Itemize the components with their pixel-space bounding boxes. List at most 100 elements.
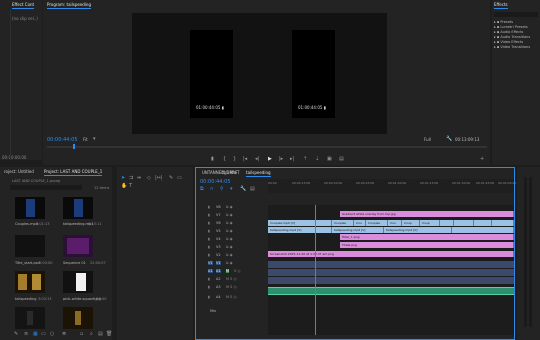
zoom-fit-dropdown[interactable]: Fit [83,137,88,142]
timeline-clip[interactable] [454,220,474,226]
tab-sequence-active[interactable]: tailspeeding [244,168,273,178]
track-header-v7[interactable]: ▮ V7 ⧉ ◉ [196,213,268,219]
timeline-clip[interactable]: Screenshot 2025-11-20 at 1.32.37 am.png [268,251,514,257]
add-button-icon[interactable]: + [480,156,484,162]
tab-effect-controls[interactable]: Effect Cont [10,0,36,10]
settings-wrench-icon[interactable]: 🔧 [240,186,246,192]
snap-icon[interactable]: ∩ [210,186,214,192]
timeline-clip[interactable]: Cou [354,220,366,226]
track-header-a2[interactable]: ▮ A2 M S ◎ [196,277,268,283]
timeline-clip[interactable]: Couples.mp4 [V] [268,220,332,226]
icon-view-icon[interactable]: ▦ [33,331,38,337]
linked-selection-icon[interactable]: ⚲ [220,186,224,192]
project-thumb[interactable] [63,271,93,293]
track-header-mix[interactable]: Mix [196,309,268,315]
list-view-icon[interactable]: ≡ [24,331,28,337]
project-thumb[interactable] [15,197,45,219]
timeline-playhead-timecode[interactable]: 00:00:44:05 [200,179,231,185]
step-forward-icon[interactable]: |▸ [279,156,283,162]
program-viewer[interactable]: 01:00:44:05 ▮ 01:00:44:05 ▮ [132,13,387,134]
timeline-playhead[interactable] [315,205,316,335]
selection-tool-icon[interactable]: ➤ [121,175,125,181]
chevron-down-icon[interactable]: ▾ [93,136,96,142]
program-playhead-timecode[interactable]: 00:00:44:05 [47,137,78,143]
rectangle-tool-icon[interactable]: ▭ [177,175,182,181]
timeline-clip[interactable]: Coup [420,220,440,226]
track-select-tool-icon[interactable]: ⇉ [129,175,133,181]
audio-lane[interactable] [268,277,514,284]
extract-icon[interactable]: ⇣ [315,156,319,162]
mark-out-icon[interactable]: { [223,156,226,162]
slip-tool-icon[interactable]: |↔| [155,175,163,181]
type-tool-icon[interactable]: T [129,183,132,189]
tab-program[interactable]: Program: tailspeeding [45,0,93,10]
tab-effects[interactable]: Effects [492,0,510,10]
sort-icon[interactable]: ≣ [62,331,66,337]
hand-tool-icon[interactable]: ✋ [121,183,127,189]
add-marker-icon[interactable]: ▾ [230,186,233,192]
timeline-clip[interactable]: Cou [388,220,402,226]
effects-search-input[interactable] [494,12,538,17]
pencil-icon[interactable]: ✎ [14,331,18,337]
timeline-clip[interactable]: Thala.png [340,242,514,248]
audio-lane[interactable] [268,261,514,268]
step-back-icon[interactable]: ◂| [255,156,259,162]
comparison-view-icon[interactable]: ▤ [339,156,344,162]
project-thumb[interactable] [15,235,45,257]
program-scrubber[interactable] [47,146,487,148]
tab-sequence-2[interactable]: tb5 Mai [220,168,239,178]
project-thumb[interactable] [63,307,93,329]
lift-icon[interactable]: ⇡ [303,156,307,162]
track-header-v5[interactable]: ▮ V5 ⧉ ◉ [196,229,268,235]
tab-project-untitled[interactable]: roject: Untitled [2,167,36,177]
timeline-clip[interactable] [474,220,492,226]
zoom-slider-icon[interactable]: ○ [50,331,54,337]
timeline-tracks[interactable]: Gradient white overlay from top.jpg Coup… [268,205,514,335]
wrench-icon[interactable]: 🔧 [446,136,452,142]
mark-clip-icon[interactable]: } [233,156,236,162]
trash-icon[interactable]: 🗑 [106,331,112,337]
nest-icon[interactable]: ⧉ [200,186,204,192]
audio-lane[interactable] [268,269,514,276]
track-header-v6[interactable]: ▮ V6 ⧉ ◉ [196,221,268,227]
timeline-clip[interactable]: Coup [402,220,420,226]
project-thumb[interactable] [15,271,45,293]
timeline-clip[interactable]: Couples [366,220,388,226]
new-item-icon[interactable]: ▤ [98,331,103,337]
play-icon[interactable]: ▶ [268,156,272,162]
audio-waveform-clip[interactable] [268,287,514,295]
timeline-clip[interactable]: tailspeeding.mp4 [V] [332,227,384,233]
track-header-v1[interactable]: V1 V1 ⧉ ◉ [196,261,268,267]
resolution-full-dropdown[interactable]: Full [424,137,431,142]
timeline-clip[interactable] [492,220,514,226]
timeline-clip[interactable]: Toter_1.png [340,234,514,240]
project-thumb[interactable] [63,197,93,219]
track-header-v3[interactable]: ▮ V3 ⧉ ◉ [196,245,268,251]
program-playhead-marker[interactable] [73,144,75,149]
timeline-clip[interactable] [440,220,454,226]
go-to-out-icon[interactable]: ▸| [290,156,294,162]
go-to-in-icon[interactable]: |◂ [243,156,247,162]
captions-icon[interactable]: ▤ [250,186,255,192]
track-header-a4[interactable]: ▮ A4 M S ◎ [196,295,268,301]
mark-in-icon[interactable]: ▮ [211,156,214,162]
razor-tool-icon[interactable]: ◇ [147,175,151,181]
tab-project-active[interactable]: Project: LAST AND COUPLE_1 [42,167,104,177]
effects-item-video-transitions[interactable]: ▸ ▪ Video Transitions [494,45,530,50]
timeline-ruler[interactable]: 00:00 00:00:15:00 00:00:30:00 00:00:45:0… [268,179,516,193]
track-header-a1[interactable]: A1 A1 M S ◎ [196,269,268,275]
export-frame-icon[interactable]: ▣ [327,156,332,162]
freeform-view-icon[interactable]: ▭ [41,331,46,337]
track-header-a3[interactable]: ▮ A3 M S ◎ [196,285,268,291]
timeline-clip[interactable]: tailspeeding.mp4 [V] [268,227,332,233]
ripple-edit-tool-icon[interactable]: ⇹ [137,175,141,181]
project-thumb[interactable] [63,235,93,257]
timeline-clip[interactable]: Gradient white overlay from top.jpg [340,211,514,217]
timeline-clip[interactable] [452,227,514,233]
project-thumb[interactable] [15,307,45,329]
timeline-clip[interactable]: Couples [332,220,354,226]
track-header-v4[interactable]: ▮ V4 ⧉ ◉ [196,237,268,243]
timeline-clip[interactable]: tailspeeding.mp4 [V] [384,227,452,233]
new-bin-icon[interactable]: ▫ [80,331,83,337]
track-header-v2[interactable]: ▮ V2 ⧉ ◉ [196,253,268,259]
